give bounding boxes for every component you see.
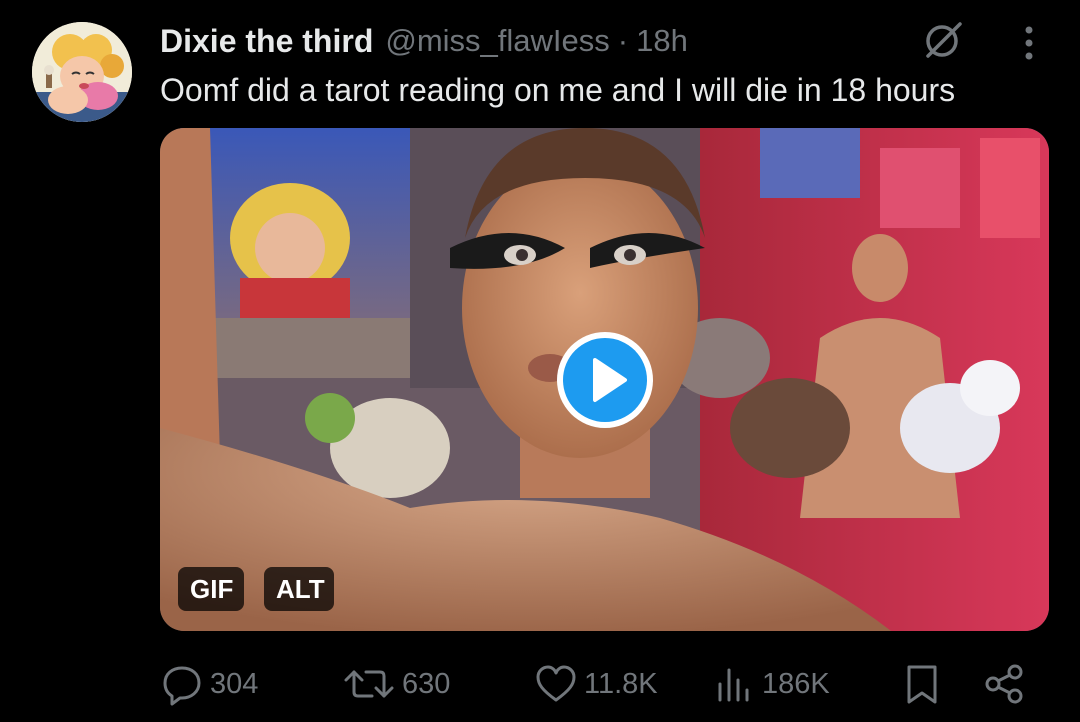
repost-button[interactable]: 630 [342,656,450,712]
separator-dot: · [617,23,629,58]
views-button[interactable]: 186K [712,656,830,712]
like-count: 11.8K [584,667,658,700]
grok-icon[interactable] [922,20,966,60]
play-icon [557,332,653,428]
heart-icon [536,665,576,702]
timestamp[interactable]: 18h [636,23,688,59]
reply-count: 304 [210,667,259,700]
bookmark-icon [907,665,937,704]
tweet: Dixie the third @miss_flawIess · 18h Oom… [0,0,1080,722]
views-icon [718,668,749,702]
repost-count: 630 [402,667,451,700]
display-name[interactable]: Dixie the third [160,23,373,60]
bookmark-button[interactable] [900,656,944,712]
user-handle[interactable]: @miss_flawIess [385,23,609,59]
gif-badge: GIF [178,567,244,611]
like-button[interactable]: 11.8K [534,656,658,712]
action-bar: 304 630 11.8K 186K [160,656,1040,712]
views-count: 186K [762,667,830,700]
repost-icon [344,670,394,698]
tweet-text: Oomf did a tarot reading on me and I wil… [160,72,956,108]
reply-button[interactable]: 304 [160,656,258,712]
share-button[interactable] [982,656,1026,712]
avatar[interactable] [32,22,132,122]
more-options-icon[interactable] [1012,22,1046,62]
tweet-header: Dixie the third @miss_flawIess · 18h [160,18,688,64]
play-button[interactable] [555,330,655,430]
share-icon [985,664,1023,704]
alt-text-button[interactable]: ALT [264,567,334,611]
avatar-illustration [32,22,132,122]
reply-icon [163,666,201,706]
